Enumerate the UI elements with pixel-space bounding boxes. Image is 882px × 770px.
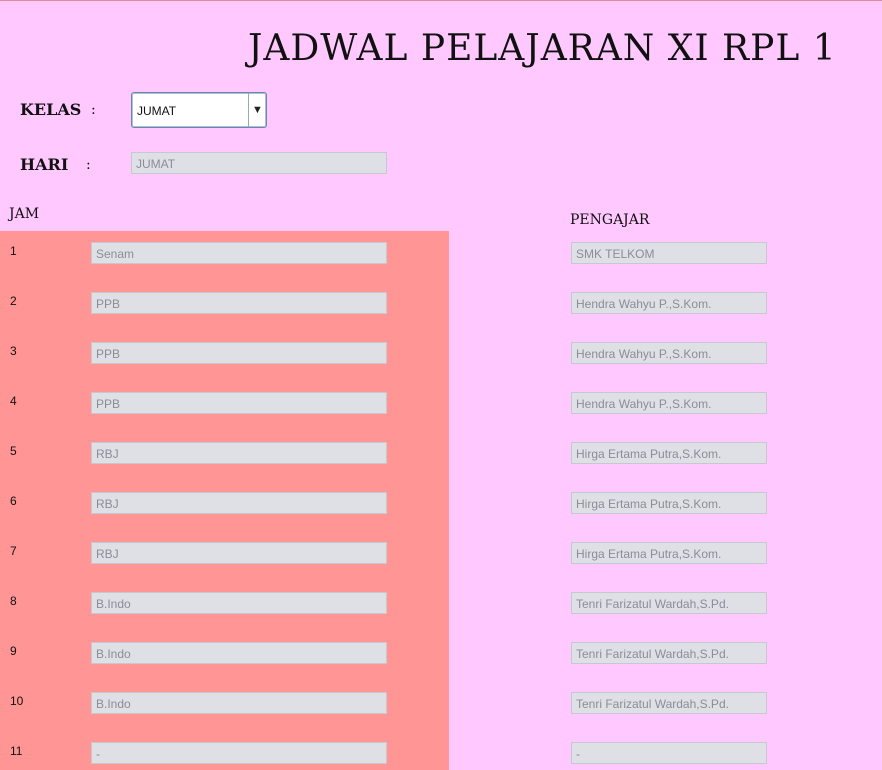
hari-label: HARI	[20, 155, 69, 174]
subject-field[interactable]: RBJ	[91, 492, 387, 514]
jam-number: 1	[10, 244, 17, 258]
teacher-field[interactable]: Hirga Ertama Putra,S.Kom.	[571, 492, 767, 514]
teacher-field[interactable]: Hendra Wahyu P.,S.Kom.	[571, 292, 767, 314]
subject-field[interactable]: PPB	[91, 392, 387, 414]
kelas-selected-value: JUMAT	[137, 104, 177, 118]
teacher-field[interactable]: Hirga Ertama Putra,S.Kom.	[571, 442, 767, 464]
teacher-field[interactable]: Hendra Wahyu P.,S.Kom.	[571, 392, 767, 414]
pengajar-header: PENGAJAR	[570, 212, 650, 228]
teacher-field[interactable]: Tenri Farizatul Wardah,S.Pd.	[571, 592, 767, 614]
subject-field[interactable]: B.Indo	[91, 592, 387, 614]
jam-number: 7	[10, 544, 17, 558]
subject-field[interactable]: B.Indo	[91, 642, 387, 664]
subject-field[interactable]: RBJ	[91, 442, 387, 464]
jam-number: 2	[10, 294, 17, 308]
kelas-label: KELAS	[20, 100, 82, 119]
jam-number: 4	[10, 394, 17, 408]
hari-colon: :	[86, 157, 91, 173]
teacher-field[interactable]: SMK TELKOM	[571, 242, 767, 264]
jam-number: 6	[10, 494, 17, 508]
subject-field[interactable]: B.Indo	[91, 692, 387, 714]
jam-header: JAM	[9, 206, 40, 222]
top-border	[0, 0, 882, 1]
chevron-down-icon[interactable]: ▼	[248, 93, 266, 127]
teacher-field[interactable]: Tenri Farizatul Wardah,S.Pd.	[571, 692, 767, 714]
subject-field[interactable]: -	[91, 742, 387, 764]
subject-field[interactable]: PPB	[91, 292, 387, 314]
jam-number: 8	[10, 594, 17, 608]
jam-number: 5	[10, 444, 17, 458]
page-title: JADWAL PELAJARAN XI RPL 1	[248, 28, 837, 69]
subject-field[interactable]: PPB	[91, 342, 387, 364]
hari-field[interactable]: JUMAT	[131, 152, 387, 174]
subject-field[interactable]: Senam	[91, 242, 387, 264]
jam-number: 9	[10, 644, 17, 658]
teacher-field[interactable]: -	[571, 742, 767, 764]
teacher-field[interactable]: Hirga Ertama Putra,S.Kom.	[571, 542, 767, 564]
kelas-dropdown[interactable]: JUMAT ▼	[131, 92, 267, 128]
teacher-field[interactable]: Hendra Wahyu P.,S.Kom.	[571, 342, 767, 364]
jam-number: 10	[10, 694, 24, 708]
kelas-colon: :	[91, 102, 96, 118]
teacher-field[interactable]: Tenri Farizatul Wardah,S.Pd.	[571, 642, 767, 664]
jam-number: 11	[10, 744, 23, 758]
jam-number: 3	[10, 344, 17, 358]
subject-field[interactable]: RBJ	[91, 542, 387, 564]
